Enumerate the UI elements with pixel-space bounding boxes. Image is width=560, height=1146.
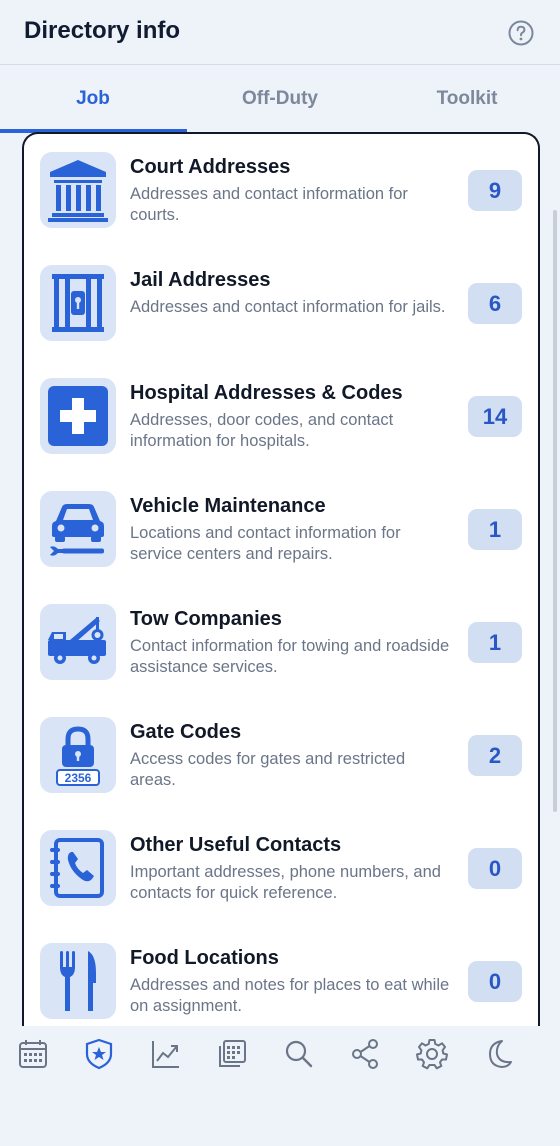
directory-list: Court Addresses Addresses and contact in…: [22, 132, 540, 1034]
list-item-vehicle-maintenance[interactable]: Vehicle Maintenance Locations and contac…: [24, 473, 538, 586]
item-title: Vehicle Maintenance: [130, 495, 326, 517]
share-icon[interactable]: [349, 1038, 381, 1070]
bottom-navigation: [0, 1026, 560, 1146]
item-description: Access codes for gates and restricted ar…: [130, 750, 406, 789]
car-wrench-icon: [40, 491, 116, 567]
search-icon[interactable]: [283, 1038, 315, 1070]
count-badge: 0: [468, 961, 522, 1002]
phone-book-icon: [40, 830, 116, 906]
item-description: Addresses and contact information for ja…: [130, 298, 446, 316]
jail-cell-icon: [40, 265, 116, 341]
app-header: Directory info: [0, 0, 560, 65]
calendar-stack-icon[interactable]: [216, 1038, 248, 1070]
item-description: Locations and contact information for se…: [130, 524, 401, 563]
gate-code-text: 2356: [65, 771, 92, 785]
count-badge: 9: [468, 170, 522, 211]
count-badge: 2: [468, 735, 522, 776]
tab-off-duty[interactable]: Off-Duty: [187, 65, 373, 133]
padlock-code-icon: 2356: [40, 717, 116, 793]
list-item-gate-codes[interactable]: 2356 Gate Codes Access codes for gates a…: [24, 699, 538, 812]
list-item-food-locations[interactable]: Food Locations Addresses and notes for p…: [24, 925, 538, 1034]
gear-icon[interactable]: [416, 1038, 448, 1070]
medical-cross-icon: [40, 378, 116, 454]
list-item-jail-addresses[interactable]: Jail Addresses Addresses and contact inf…: [24, 247, 538, 360]
tow-truck-icon: [40, 604, 116, 680]
fork-knife-icon: [40, 943, 116, 1019]
count-badge: 1: [468, 622, 522, 663]
item-description: Contact information for towing and roads…: [130, 637, 450, 676]
help-circle-icon[interactable]: [508, 20, 534, 46]
moon-icon[interactable]: [482, 1038, 514, 1070]
item-title: Hospital Addresses & Codes: [130, 382, 403, 404]
item-description: Addresses, door codes, and contact infor…: [130, 411, 394, 450]
item-title: Tow Companies: [130, 608, 282, 630]
list-item-court-addresses[interactable]: Court Addresses Addresses and contact in…: [24, 134, 538, 247]
list-item-hospital-addresses[interactable]: Hospital Addresses & Codes Addresses, do…: [24, 360, 538, 473]
item-title: Other Useful Contacts: [130, 834, 342, 856]
item-title: Court Addresses: [130, 156, 291, 178]
item-description: Important addresses, phone numbers, and …: [130, 863, 441, 902]
list-item-other-contacts[interactable]: Other Useful Contacts Important addresse…: [24, 812, 538, 925]
item-title: Food Locations: [130, 947, 279, 969]
count-badge: 6: [468, 283, 522, 324]
item-title: Jail Addresses: [130, 269, 271, 291]
list-scrollbar[interactable]: [553, 210, 557, 812]
list-item-tow-companies[interactable]: Tow Companies Contact information for to…: [24, 586, 538, 699]
item-description: Addresses and notes for places to eat wh…: [130, 976, 450, 1015]
count-badge: 0: [468, 848, 522, 889]
courthouse-icon: [40, 152, 116, 228]
item-description: Addresses and contact information for co…: [130, 185, 408, 224]
trend-chart-icon[interactable]: [150, 1038, 182, 1070]
item-title: Gate Codes: [130, 721, 242, 743]
tab-bar: Job Off-Duty Toolkit: [0, 65, 560, 133]
badge-star-icon[interactable]: [83, 1038, 115, 1070]
calendar-icon[interactable]: [17, 1038, 49, 1070]
page-title: Directory info: [24, 17, 181, 44]
count-badge: 1: [468, 509, 522, 550]
tab-job[interactable]: Job: [0, 65, 186, 133]
tab-toolkit[interactable]: Toolkit: [374, 65, 560, 133]
count-badge: 14: [468, 396, 522, 437]
